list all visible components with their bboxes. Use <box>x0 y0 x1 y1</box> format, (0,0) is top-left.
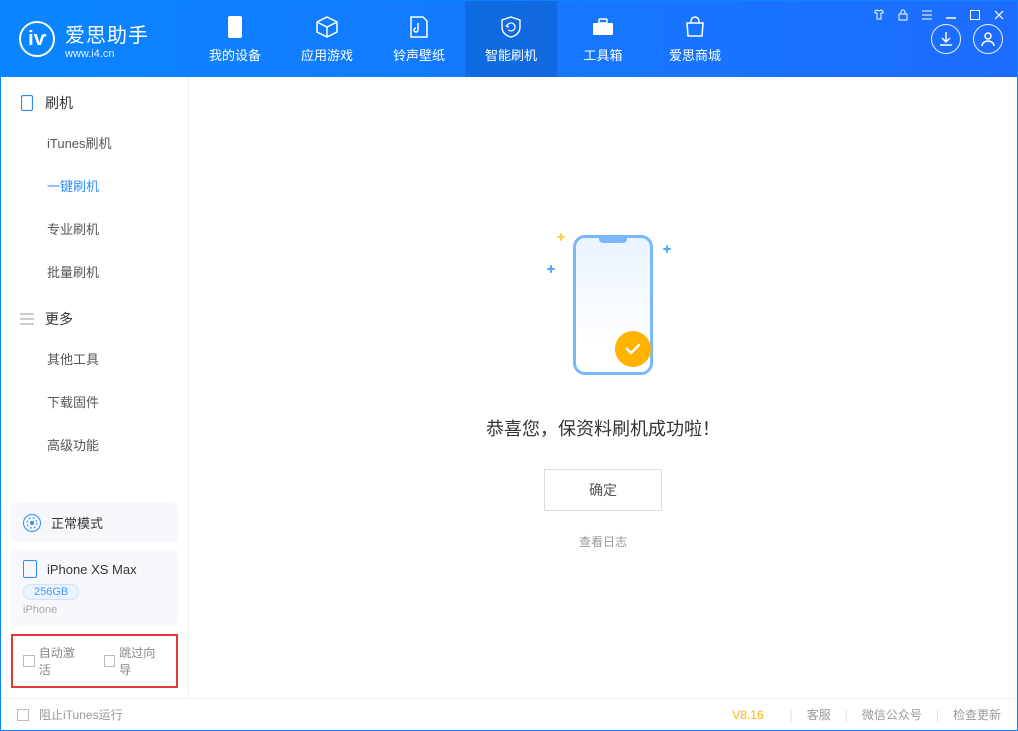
sidebar-item-pro-flash[interactable]: 专业刷机 <box>1 207 188 250</box>
app-name: 爱思助手 <box>65 19 149 48</box>
sparkle-icon <box>557 233 565 241</box>
device-icon <box>19 95 35 111</box>
checkbox-skip-guide[interactable]: 跳过向导 <box>104 644 167 678</box>
success-message: 恭喜您，保资料刷机成功啦！ <box>486 415 720 441</box>
checkbox-icon <box>17 709 29 721</box>
ok-button[interactable]: 确定 <box>544 469 662 511</box>
link-support[interactable]: 客服 <box>807 706 831 723</box>
success-illustration <box>543 225 663 385</box>
link-check-update[interactable]: 检查更新 <box>953 706 1001 723</box>
mode-icon <box>23 514 41 532</box>
lock-icon[interactable] <box>896 8 910 22</box>
sidebar: 刷机 iTunes刷机 一键刷机 专业刷机 批量刷机 更多 其他工具 下载固件 … <box>1 77 189 698</box>
tab-toolbox[interactable]: 工具箱 <box>557 1 649 77</box>
status-right: V8.16 | 客服 | 微信公众号 | 检查更新 <box>732 706 1001 723</box>
sidebar-item-itunes-flash[interactable]: iTunes刷机 <box>1 121 188 164</box>
app-window: iⱱ 爱思助手 www.i4.cn 我的设备 应用游戏 铃声壁纸 智能刷机 <box>0 0 1018 731</box>
sparkle-icon <box>663 245 671 253</box>
minimize-icon[interactable] <box>944 8 958 22</box>
music-file-icon <box>407 15 431 39</box>
options-highlighted: 自动激活 跳过向导 <box>11 634 178 688</box>
download-icon[interactable] <box>931 24 961 54</box>
link-wechat[interactable]: 微信公众号 <box>862 706 922 723</box>
sidebar-item-download-firmware[interactable]: 下载固件 <box>1 380 188 423</box>
checkbox-icon <box>104 655 116 667</box>
sidebar-item-other-tools[interactable]: 其他工具 <box>1 337 188 380</box>
sidebar-section-flash: 刷机 <box>1 77 188 121</box>
sidebar-item-batch-flash[interactable]: 批量刷机 <box>1 250 188 293</box>
view-log-link[interactable]: 查看日志 <box>486 533 720 550</box>
close-icon[interactable] <box>992 8 1006 22</box>
device-name: iPhone XS Max <box>47 562 137 577</box>
sidebar-item-advanced[interactable]: 高级功能 <box>1 423 188 466</box>
success-block: 恭喜您，保资料刷机成功啦！ 确定 查看日志 <box>486 225 720 550</box>
checkbox-block-itunes[interactable]: 阻止iTunes运行 <box>17 706 123 723</box>
logo-icon: iⱱ <box>19 21 55 57</box>
status-bar: 阻止iTunes运行 V8.16 | 客服 | 微信公众号 | 检查更新 <box>1 698 1017 730</box>
tab-store[interactable]: 爱思商城 <box>649 1 741 77</box>
mode-label: 正常模式 <box>51 513 103 532</box>
device-phone-icon <box>23 560 37 578</box>
checkbox-auto-activate[interactable]: 自动激活 <box>23 644 86 678</box>
maximize-icon[interactable] <box>968 8 982 22</box>
phone-icon <box>223 15 247 39</box>
device-storage: 256GB <box>23 584 79 600</box>
sidebar-bottom: 正常模式 iPhone XS Max 256GB iPhone 自动激活 <box>1 495 188 698</box>
sidebar-section-more: 更多 <box>1 293 188 337</box>
tab-apps[interactable]: 应用游戏 <box>281 1 373 77</box>
app-url: www.i4.cn <box>65 48 149 60</box>
device-type: iPhone <box>23 604 166 616</box>
tshirt-icon[interactable] <box>872 8 886 22</box>
sidebar-item-oneclick-flash[interactable]: 一键刷机 <box>1 164 188 207</box>
toolbox-icon <box>591 15 615 39</box>
top-tabs: 我的设备 应用游戏 铃声壁纸 智能刷机 工具箱 爱思商城 <box>189 1 741 77</box>
version-label: V8.16 <box>732 708 763 722</box>
device-card[interactable]: iPhone XS Max 256GB iPhone <box>11 550 178 626</box>
sparkle-icon <box>547 265 555 273</box>
tab-device[interactable]: 我的设备 <box>189 1 281 77</box>
checkbox-icon <box>23 655 35 667</box>
menu-icon[interactable] <box>920 8 934 22</box>
refresh-shield-icon <box>499 15 523 39</box>
tab-flash[interactable]: 智能刷机 <box>465 1 557 77</box>
mode-card[interactable]: 正常模式 <box>11 503 178 542</box>
header-right <box>921 24 1017 54</box>
bag-icon <box>683 15 707 39</box>
user-icon[interactable] <box>973 24 1003 54</box>
window-controls <box>872 8 1006 22</box>
main-content: 恭喜您，保资料刷机成功啦！ 确定 查看日志 <box>189 77 1017 698</box>
cube-icon <box>315 15 339 39</box>
check-badge-icon <box>615 331 651 367</box>
tab-ringtone[interactable]: 铃声壁纸 <box>373 1 465 77</box>
list-icon <box>19 311 35 327</box>
logo[interactable]: iⱱ 爱思助手 www.i4.cn <box>1 19 189 60</box>
body: 刷机 iTunes刷机 一键刷机 专业刷机 批量刷机 更多 其他工具 下载固件 … <box>1 77 1017 698</box>
header: iⱱ 爱思助手 www.i4.cn 我的设备 应用游戏 铃声壁纸 智能刷机 <box>1 1 1017 77</box>
